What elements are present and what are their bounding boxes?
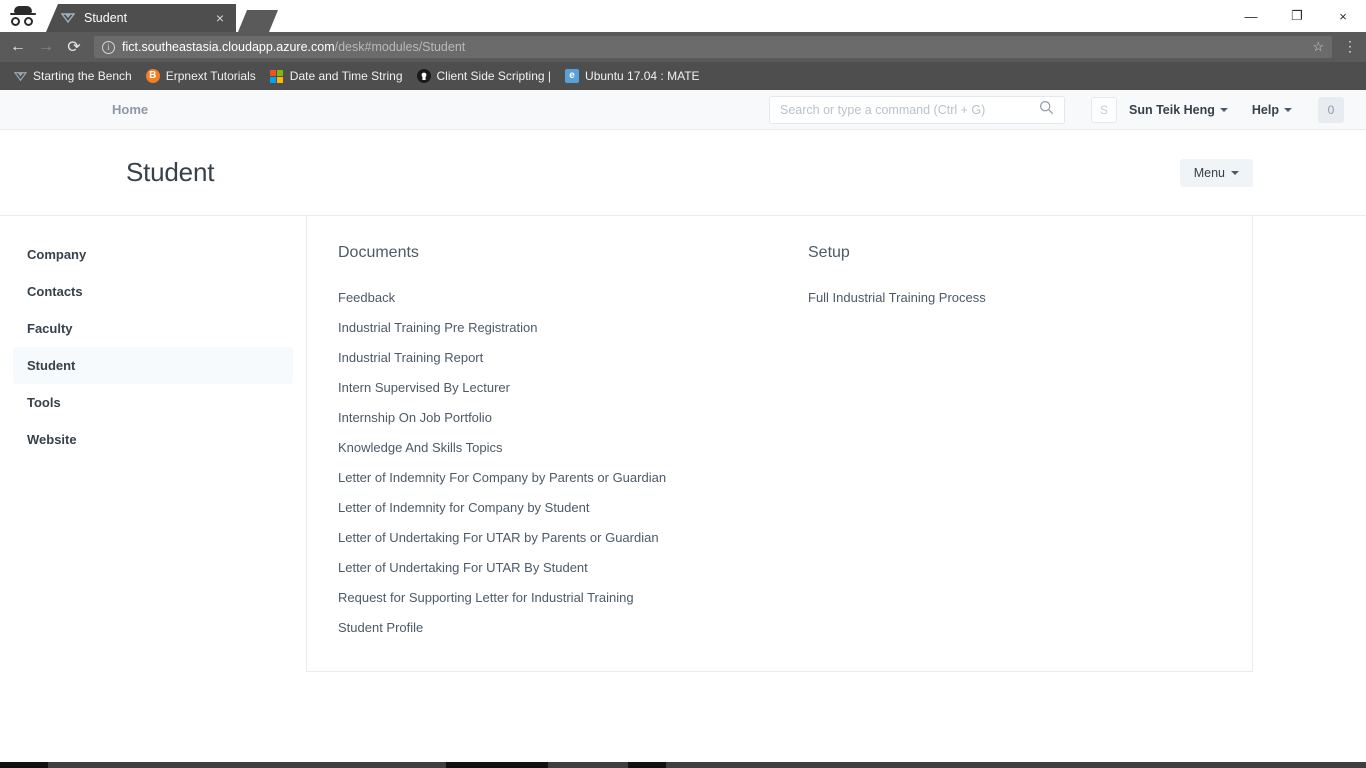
user-menu[interactable]: Sun Teik Heng	[1117, 103, 1240, 117]
page-header: Student Menu	[0, 130, 1366, 215]
minimize-icon[interactable]: —	[1228, 0, 1274, 32]
page-title: Student	[126, 157, 215, 187]
search-field[interactable]	[780, 102, 1040, 117]
doc-link[interactable]: Industrial Training Report	[338, 343, 808, 373]
doc-link[interactable]: Knowledge And Skills Topics	[338, 433, 808, 463]
close-icon[interactable]: ×	[212, 10, 228, 26]
section-title: Documents	[338, 244, 419, 261]
github-icon	[416, 69, 431, 83]
doc-link[interactable]: Internship On Job Portfolio	[338, 403, 808, 433]
sidebar-item-contacts[interactable]: Contacts	[13, 273, 293, 310]
sidebar-item-label: Tools	[27, 395, 61, 410]
address-bar[interactable]: i fict.southeastasia.cloudapp.azure.com …	[94, 36, 1332, 58]
doc-link[interactable]: Full Industrial Training Process	[808, 283, 986, 313]
app-navbar: Home S Sun Teik Heng Help	[0, 90, 1366, 130]
desktop-taskbar-strip	[0, 762, 1366, 768]
reload-icon[interactable]: ⟳	[60, 33, 88, 61]
page-body: Company Contacts Faculty Student Tools Websit…	[0, 216, 1366, 672]
browser-window: Student × — ❐ × ← → ⟳ i fict.southeastas…	[0, 0, 1366, 768]
user-name: Sun Teik Heng	[1129, 102, 1215, 117]
sidebar-item-website[interactable]: Website	[13, 421, 293, 458]
bookmark-label: Starting the Bench	[33, 69, 132, 83]
browser-toolbar: ← → ⟳ i fict.southeastasia.cloudapp.azur…	[0, 32, 1366, 62]
sidebar-item-student[interactable]: Student	[13, 347, 293, 384]
chevron-down-icon	[1219, 107, 1228, 112]
forward-icon[interactable]: →	[32, 33, 60, 61]
section-columns: Documents Feedback Industrial Training Pre…	[338, 244, 1252, 643]
close-window-icon[interactable]: ×	[1320, 0, 1366, 32]
sidebar-item-label: Company	[27, 247, 87, 262]
window-controls: — ❐ ×	[1228, 0, 1366, 32]
bookmarks-bar: Starting the Bench B Erpnext Tutorials Date…	[0, 62, 1366, 90]
module-content-card: Documents Feedback Industrial Training Pre…	[307, 216, 1253, 672]
bookmark-item[interactable]: Starting the Bench	[6, 66, 139, 86]
back-icon[interactable]: ←	[4, 33, 32, 61]
url-host: fict.southeastasia.cloudapp.azure.com	[122, 40, 335, 54]
doc-link[interactable]: Industrial Training Pre Registration	[338, 313, 808, 343]
bookmark-item[interactable]: e Ubuntu 17.04 : MATE	[558, 66, 707, 86]
module-sidebar: Company Contacts Faculty Student Tools Websit…	[0, 216, 307, 672]
chevron-down-icon	[1231, 170, 1239, 175]
doc-link[interactable]: Letter of Indemnity For Company by Paren…	[338, 463, 808, 493]
bookmark-label: Erpnext Tutorials	[165, 69, 256, 83]
bookmark-item[interactable]: Date and Time String	[263, 66, 410, 86]
menu-button-label: Menu	[1193, 165, 1225, 180]
doc-link[interactable]: Feedback	[338, 283, 808, 313]
section-documents: Documents Feedback Industrial Training Pre…	[338, 244, 808, 643]
doc-link[interactable]: Intern Supervised By Lecturer	[338, 373, 808, 403]
maximize-icon[interactable]: ❐	[1274, 0, 1320, 32]
menu-button[interactable]: Menu	[1179, 158, 1253, 187]
bookmark-label: Date and Time String	[289, 69, 403, 83]
sidebar-item-label: Website	[27, 432, 77, 447]
ie-icon: e	[565, 69, 580, 83]
frappe-logo-icon	[13, 69, 27, 83]
doc-link[interactable]: Request for Supporting Letter for Indust…	[338, 583, 808, 613]
help-label: Help	[1251, 102, 1279, 117]
breadcrumb-home[interactable]: Home	[112, 102, 148, 117]
sidebar-item-label: Student	[27, 358, 76, 373]
site-info-icon[interactable]: i	[102, 40, 115, 54]
tab-title: Student	[84, 11, 128, 25]
help-menu[interactable]: Help	[1240, 103, 1304, 117]
avatar[interactable]: S	[1091, 96, 1118, 123]
incognito-icon	[0, 0, 46, 32]
section-title: Setup	[808, 244, 850, 261]
sidebar-item-company[interactable]: Company	[13, 236, 293, 273]
url-path: /desk#modules/Student	[334, 40, 466, 54]
browser-title-bar: Student × — ❐ ×	[0, 0, 1366, 32]
chevron-down-icon	[1284, 107, 1292, 112]
bookmark-star-icon[interactable]: ☆	[1312, 39, 1324, 55]
sidebar-item-label: Faculty	[27, 321, 73, 336]
frappe-logo-icon	[60, 10, 76, 26]
sidebar-item-faculty[interactable]: Faculty	[13, 310, 293, 347]
browser-tab-student[interactable]: Student ×	[46, 4, 236, 32]
browser-menu-icon[interactable]: ⋮	[1338, 39, 1362, 53]
bookmark-item[interactable]: B Erpnext Tutorials	[139, 66, 263, 86]
sidebar-item-tools[interactable]: Tools	[13, 384, 293, 421]
page-viewport: Home S Sun Teik Heng Help	[0, 90, 1366, 768]
bookmark-label: Client Side Scripting |	[436, 69, 552, 83]
new-tab-button[interactable]	[238, 10, 278, 32]
microsoft-icon	[270, 69, 284, 83]
doc-link[interactable]: Student Profile	[338, 613, 808, 643]
section-setup: Setup Full Industrial Training Process	[808, 244, 986, 643]
bookmark-item[interactable]: Client Side Scripting |	[410, 66, 559, 86]
sidebar-item-label: Contacts	[27, 284, 83, 299]
bookmark-label: Ubuntu 17.04 : MATE	[585, 69, 700, 83]
search-icon[interactable]	[1039, 100, 1054, 120]
doc-link[interactable]: Letter of Undertaking For UTAR by Parent…	[338, 523, 808, 553]
search-input[interactable]	[769, 95, 1066, 124]
doc-link[interactable]: Letter of Indemnity for Company by Stude…	[338, 493, 808, 523]
navbar-right: S Sun Teik Heng Help 0	[1091, 96, 1344, 123]
blogger-icon: B	[145, 69, 160, 83]
doc-link[interactable]: Letter of Undertaking For UTAR By Studen…	[338, 553, 808, 583]
notification-badge[interactable]: 0	[1318, 96, 1344, 123]
